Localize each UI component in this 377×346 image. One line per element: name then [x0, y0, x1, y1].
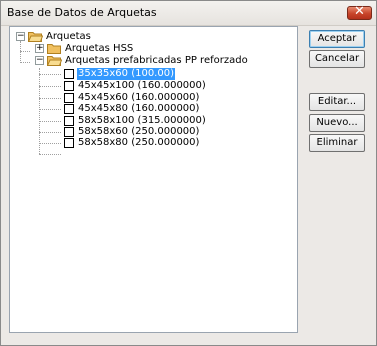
close-icon: ✕: [354, 4, 365, 19]
tree-connector: [39, 98, 61, 99]
tree-expander-root[interactable]: −: [16, 31, 25, 41]
tree-connector: [39, 154, 61, 155]
accept-button[interactable]: Aceptar: [309, 30, 365, 48]
leaf-checkbox[interactable]: [64, 81, 74, 91]
leaf-checkbox[interactable]: [64, 116, 74, 126]
tree-connector: [39, 86, 61, 87]
tree-connector: [39, 132, 61, 133]
tree-connector: [20, 41, 21, 63]
tree-connector: [39, 143, 61, 144]
tree-leaf-item[interactable]: 35x35x60 (100.00): [77, 68, 175, 80]
leaf-checkbox[interactable]: [64, 69, 74, 79]
tree-connector: [20, 51, 30, 52]
arquetas-tree[interactable]: − Arquetas + Arquetas HSS − Arquetas pre…: [9, 26, 298, 333]
new-button[interactable]: Nuevo...: [309, 114, 365, 132]
tree-node-pp[interactable]: Arquetas prefabricadas PP reforzado: [65, 55, 248, 67]
leaf-checkbox[interactable]: [64, 138, 74, 148]
tree-node-hss[interactable]: Arquetas HSS: [65, 43, 133, 55]
folder-open-icon: [47, 56, 62, 66]
close-button[interactable]: ✕: [347, 4, 372, 20]
cancel-button[interactable]: Cancelar: [309, 50, 365, 68]
collapse-icon: −: [36, 55, 44, 65]
collapse-icon: −: [17, 31, 25, 41]
title-bar[interactable]: Base de Datos de Arquetas ✕: [1, 1, 376, 26]
folder-closed-icon: [47, 44, 61, 54]
dialog-window: Base de Datos de Arquetas ✕ − Arquetas +…: [0, 0, 377, 346]
tree-connector: [39, 74, 61, 75]
edit-button[interactable]: Editar...: [309, 93, 365, 111]
tree-node-root[interactable]: Arquetas: [46, 31, 91, 43]
tree-leaf-item[interactable]: 45x45x100 (160.000000): [78, 80, 206, 92]
window-title: Base de Datos de Arquetas: [7, 6, 157, 19]
tree-leaf-item[interactable]: 45x45x80 (160.000000): [78, 103, 199, 115]
tree-connector: [39, 121, 61, 122]
leaf-checkbox[interactable]: [64, 93, 74, 103]
tree-expander-pp[interactable]: −: [35, 55, 44, 65]
tree-connector: [39, 68, 40, 154]
folder-open-icon: [28, 32, 43, 42]
tree-expander-hss[interactable]: +: [35, 43, 44, 53]
leaf-checkbox[interactable]: [64, 127, 74, 137]
expand-icon: +: [36, 43, 44, 53]
leaf-checkbox[interactable]: [64, 104, 74, 114]
delete-button[interactable]: Eliminar: [309, 134, 365, 152]
tree-connector: [20, 62, 30, 63]
tree-connector: [39, 109, 61, 110]
tree-leaf-item[interactable]: 58x58x80 (250.000000): [78, 137, 199, 149]
